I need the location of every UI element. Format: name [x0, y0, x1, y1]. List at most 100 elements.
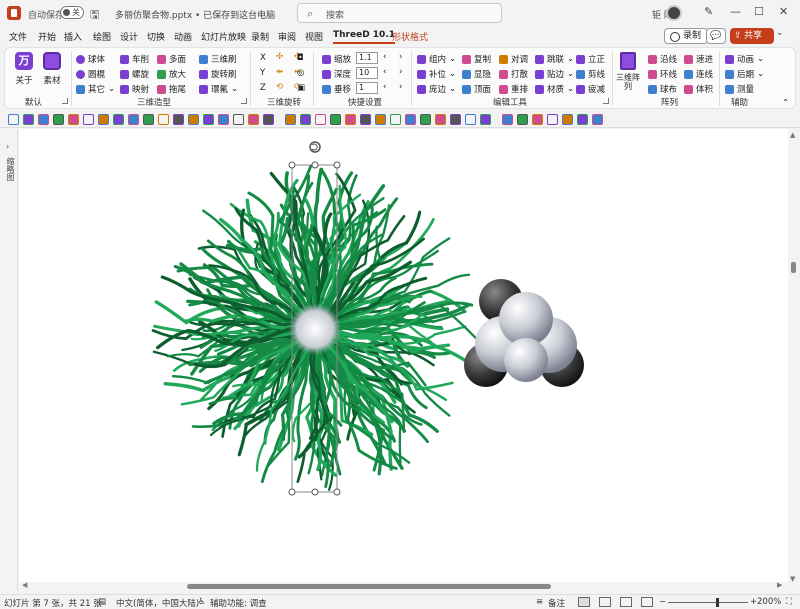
shape-tool-icon[interactable]	[450, 114, 461, 125]
autosave-toggle[interactable]: 关	[60, 6, 84, 19]
shape-tool-icon[interactable]	[203, 114, 214, 125]
shape-tool-icon[interactable]	[188, 114, 199, 125]
language-status[interactable]: 中文(简体，中国大陆)	[116, 597, 199, 609]
tab-threed[interactable]: ThreeD 10.1	[333, 30, 396, 44]
shape-tool-icon[interactable]	[263, 114, 274, 125]
shape-tool-icon[interactable]	[420, 114, 431, 125]
shape-tool-icon[interactable]	[143, 114, 154, 125]
scale-input[interactable]: 1.1	[356, 52, 378, 64]
resize-handle[interactable]	[333, 488, 341, 496]
shape-tool-icon[interactable]	[218, 114, 229, 125]
share-button[interactable]: 共享	[730, 28, 774, 44]
tab-slideshow[interactable]: 幻灯片放映	[201, 30, 246, 43]
sphere-dist-button[interactable]: 球布	[648, 83, 677, 95]
shape-tool-icon[interactable]	[315, 114, 326, 125]
expand-thumbnails-icon[interactable]: ›	[6, 142, 9, 151]
decrease-icon[interactable]: ‹	[383, 82, 386, 92]
resize-handle[interactable]	[311, 161, 319, 169]
shape-tool-icon[interactable]	[83, 114, 94, 125]
slide-sorter-icon[interactable]	[599, 597, 611, 607]
about-button[interactable]: 万 关于	[11, 52, 37, 86]
depth-input[interactable]: 10	[356, 67, 378, 79]
light-icon[interactable]: ◘	[297, 53, 304, 63]
shape-tool-icon[interactable]	[248, 114, 259, 125]
rotate-handle-icon[interactable]	[309, 141, 321, 153]
torus-button[interactable]: 圆榥	[76, 68, 105, 80]
shape-tool-icon[interactable]	[23, 114, 34, 125]
snap-edge-button[interactable]: 贴边 ⌄	[535, 68, 574, 80]
increase-icon[interactable]: ›	[399, 52, 402, 62]
shape-tool-icon[interactable]	[53, 114, 64, 125]
shape-tool-icon[interactable]	[68, 114, 79, 125]
close-icon[interactable]: ✕	[779, 5, 788, 18]
rotate-x-minus-icon[interactable]: ✣	[276, 52, 283, 62]
shape-tool-icon[interactable]	[517, 114, 528, 125]
material-icon[interactable]: ▣	[297, 83, 305, 93]
chevron-down-icon[interactable]: ⌄	[776, 28, 784, 38]
connect-button[interactable]: 连线	[684, 68, 713, 80]
thumbnail-label[interactable]: 缩略图	[5, 157, 16, 181]
tab-shape-format[interactable]: 形状格式	[392, 30, 428, 43]
zoom-level[interactable]: 200%	[757, 597, 781, 607]
slide-counter[interactable]: 幻灯片 第 7 张，共 21 张	[4, 597, 102, 609]
shape-tool-icon[interactable]	[562, 114, 573, 125]
enlarge-button[interactable]: 放大	[157, 68, 186, 80]
scroll-right-icon[interactable]: ▶	[777, 581, 782, 589]
shape-tool-icon[interactable]	[8, 114, 19, 125]
shape-tool-icon[interactable]	[405, 114, 416, 125]
shape-tool-icon[interactable]	[300, 114, 311, 125]
shape-tool-icon[interactable]	[465, 114, 476, 125]
horizontal-scrollbar[interactable]: ◀ ▶	[19, 581, 788, 591]
texture-button[interactable]: 材质 ⌄	[535, 83, 574, 95]
swap-button[interactable]: 对调	[499, 53, 528, 65]
comment-icon[interactable]: 💬	[706, 28, 726, 44]
group-launcher-icon[interactable]	[241, 98, 247, 104]
tab-draw[interactable]: 绘图	[93, 30, 111, 43]
resize-handle[interactable]	[288, 161, 296, 169]
lathe-button[interactable]: 车削	[120, 53, 149, 65]
slideshow-icon[interactable]	[641, 597, 653, 607]
collapse-ribbon-icon[interactable]: ⌃	[782, 98, 789, 108]
tab-view[interactable]: 视图	[305, 30, 323, 43]
shape-tool-icon[interactable]	[330, 114, 341, 125]
zoom-slider[interactable]	[668, 602, 748, 603]
upright-button[interactable]: 立正	[576, 53, 605, 65]
reading-view-icon[interactable]	[620, 597, 632, 607]
group-inner-button[interactable]: 组内 ⌄	[417, 53, 456, 65]
decrease-icon[interactable]: ‹	[383, 52, 386, 62]
measure-button[interactable]: 测量	[725, 83, 754, 95]
decrease-icon[interactable]: ‹	[383, 67, 386, 77]
notes-icon[interactable]: ≡	[536, 597, 543, 607]
shape-tool-icon[interactable]	[173, 114, 184, 125]
scroll-left-icon[interactable]: ◀	[22, 581, 27, 589]
jump-button[interactable]: 跳联 ⌄	[535, 53, 574, 65]
save-icon[interactable]: 🖫	[90, 6, 99, 25]
group-launcher-icon[interactable]	[62, 98, 68, 104]
polyhedron-button[interactable]: 多面	[157, 53, 186, 65]
brush3d-button[interactable]: 三维刷	[199, 53, 237, 65]
notes-button[interactable]: 备注	[548, 597, 565, 609]
shape-tool-icon[interactable]	[547, 114, 558, 125]
record-button[interactable]: 录制	[664, 28, 709, 44]
shape-tool-icon[interactable]	[360, 114, 371, 125]
increase-icon[interactable]: ›	[399, 82, 402, 92]
other-button[interactable]: 其它 ⌄	[76, 83, 115, 95]
group-launcher-icon[interactable]	[603, 98, 609, 104]
shape-tool-icon[interactable]	[532, 114, 543, 125]
fill-button[interactable]: 补位 ⌄	[417, 68, 456, 80]
scroll-down-icon[interactable]: ▼	[790, 575, 795, 583]
shape-tool-icon[interactable]	[98, 114, 109, 125]
fit-slide-icon[interactable]: ⛶	[786, 597, 792, 607]
avatar[interactable]	[666, 5, 682, 21]
minimize-icon[interactable]: —	[730, 5, 741, 18]
shape-tool-icon[interactable]	[128, 114, 139, 125]
trail-button[interactable]: 拖尾	[157, 83, 186, 95]
horizontal-scroll-thumb[interactable]	[187, 584, 551, 589]
resize-handle[interactable]	[311, 488, 319, 496]
tab-animations[interactable]: 动画	[174, 30, 192, 43]
slide-canvas[interactable]	[19, 129, 788, 582]
normal-view-icon[interactable]	[578, 597, 590, 607]
accessibility-status[interactable]: 辅助功能: 调查	[210, 597, 267, 609]
molecule-model[interactable]	[464, 279, 584, 387]
shape-tool-icon[interactable]	[285, 114, 296, 125]
